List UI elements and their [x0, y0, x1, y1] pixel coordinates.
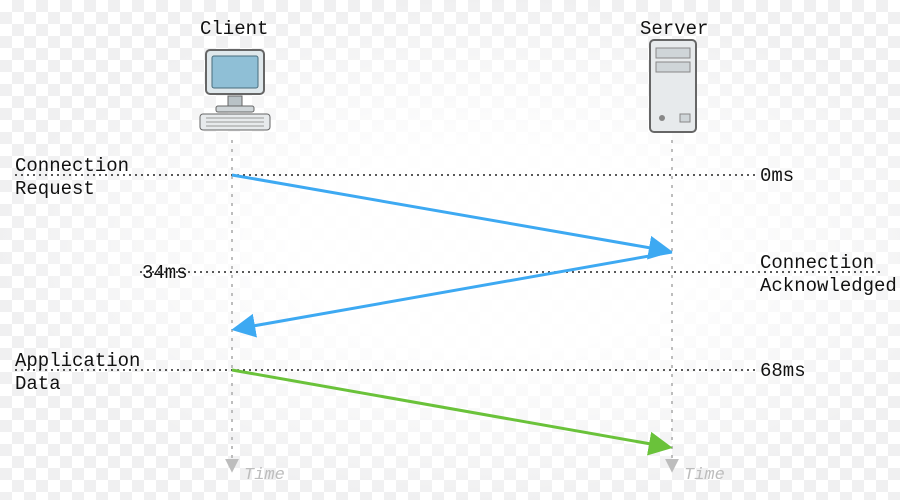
server-time-caption: Time	[684, 466, 725, 485]
label-app-data-l2: Data	[15, 373, 61, 396]
server-tower-icon	[650, 40, 696, 132]
label-68ms: 68ms	[760, 360, 806, 383]
arrow-conn-ack	[236, 252, 672, 329]
label-conn-ack-l2: Acknowledged	[760, 275, 897, 298]
label-0ms: 0ms	[760, 165, 794, 188]
icons-and-lines	[0, 0, 900, 500]
label-conn-req-l1: Connection	[15, 155, 129, 178]
arrow-app-data	[232, 370, 668, 447]
label-conn-ack-l1: Connection	[760, 252, 874, 275]
client-computer-icon	[200, 50, 270, 130]
label-conn-req-l2: Request	[15, 178, 95, 201]
client-time-caption: Time	[244, 466, 285, 485]
arrow-conn-req	[232, 175, 668, 251]
label-34ms: 34ms	[142, 262, 188, 285]
diagram-root: Client Server	[0, 0, 900, 500]
label-app-data-l1: Application	[15, 350, 140, 373]
